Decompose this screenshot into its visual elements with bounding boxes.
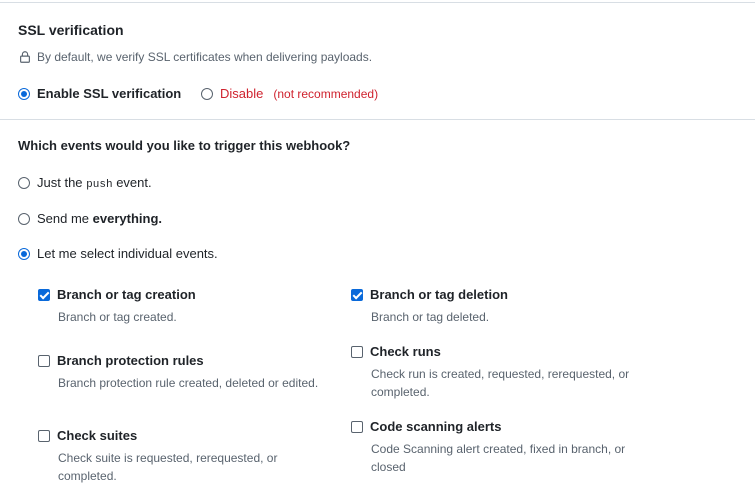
event-description: Branch protection rule created, deleted …: [58, 376, 319, 390]
event-description: Branch or tag created.: [58, 310, 177, 324]
event-label-row[interactable]: Branch protection rules: [38, 353, 338, 368]
event-label-row[interactable]: Check suites: [38, 428, 338, 443]
event-label: Branch or tag deletion: [370, 287, 508, 302]
events-option-push[interactable]: Just the push event.: [18, 175, 152, 191]
event-checkbox[interactable]: [351, 345, 363, 358]
event-label-row[interactable]: Code scanning alerts: [351, 419, 651, 434]
lock-icon: [20, 51, 30, 63]
event-label-row[interactable]: Branch or tag creation: [38, 287, 338, 302]
event-label: Check suites: [57, 428, 138, 443]
top-divider: [0, 2, 755, 3]
events-option-everything[interactable]: Send me everything.: [18, 211, 162, 226]
event-check-runs[interactable]: Check runs Check run is created, request…: [351, 344, 651, 401]
push-option-label: Just the push event.: [37, 175, 152, 191]
event-check-suites[interactable]: Check suites Check suite is requested, r…: [38, 428, 338, 485]
push-code: push: [86, 179, 113, 191]
event-label-row[interactable]: Branch or tag deletion: [351, 287, 651, 302]
event-checkbox[interactable]: [351, 420, 363, 433]
event-branch-or-tag-creation[interactable]: Branch or tag creation Branch or tag cre…: [38, 287, 338, 326]
event-label: Branch protection rules: [57, 353, 204, 368]
event-label: Code scanning alerts: [370, 419, 502, 434]
ssl-disable-option[interactable]: Disable (not recommended): [201, 86, 378, 101]
push-prefix: Just the: [37, 175, 83, 190]
event-label: Check runs: [370, 344, 441, 359]
event-checkbox[interactable]: [351, 288, 363, 301]
event-label-row[interactable]: Check runs: [351, 344, 651, 359]
event-code-scanning-alerts[interactable]: Code scanning alerts Code Scanning alert…: [351, 419, 651, 476]
event-branch-or-tag-deletion[interactable]: Branch or tag deletion Branch or tag del…: [351, 287, 651, 326]
event-checkbox[interactable]: [38, 429, 50, 442]
everything-bold: everything.: [92, 211, 163, 226]
push-suffix: event.: [116, 175, 152, 190]
everything-option-label: Send me everything.: [37, 211, 162, 226]
everything-radio[interactable]: [18, 212, 30, 225]
everything-prefix: Send me: [37, 211, 90, 226]
event-description: Check suite is requested, rerequested, o…: [58, 451, 278, 483]
ssl-disable-radio[interactable]: [201, 87, 213, 100]
ssl-disable-label: Disable: [220, 86, 264, 101]
event-branch-protection-rules[interactable]: Branch protection rules Branch protectio…: [38, 353, 338, 392]
events-option-individual[interactable]: Let me select individual events.: [18, 246, 218, 261]
ssl-section-title: SSL verification: [18, 22, 124, 38]
event-description: Code Scanning alert created, fixed in br…: [371, 442, 626, 474]
individual-radio[interactable]: [18, 247, 30, 260]
ssl-disable-hint: (not recommended): [273, 86, 379, 101]
push-radio[interactable]: [18, 177, 30, 189]
ssl-enable-radio[interactable]: [18, 87, 30, 100]
event-checkbox[interactable]: [38, 288, 50, 301]
ssl-note: By default, we verify SSL certificates w…: [18, 50, 372, 64]
event-description: Branch or tag deleted.: [371, 310, 490, 324]
events-question: Which events would you like to trigger t…: [18, 138, 351, 153]
ssl-note-text: By default, we verify SSL certificates w…: [37, 50, 373, 64]
event-label: Branch or tag creation: [57, 287, 196, 302]
event-description: Check run is created, requested, rereque…: [371, 367, 630, 399]
section-divider: [0, 119, 755, 120]
event-checkbox[interactable]: [38, 354, 50, 367]
ssl-enable-label: Enable SSL verification: [37, 86, 182, 101]
ssl-enable-option[interactable]: Enable SSL verification: [18, 86, 181, 101]
individual-label: Let me select individual events.: [37, 246, 218, 261]
